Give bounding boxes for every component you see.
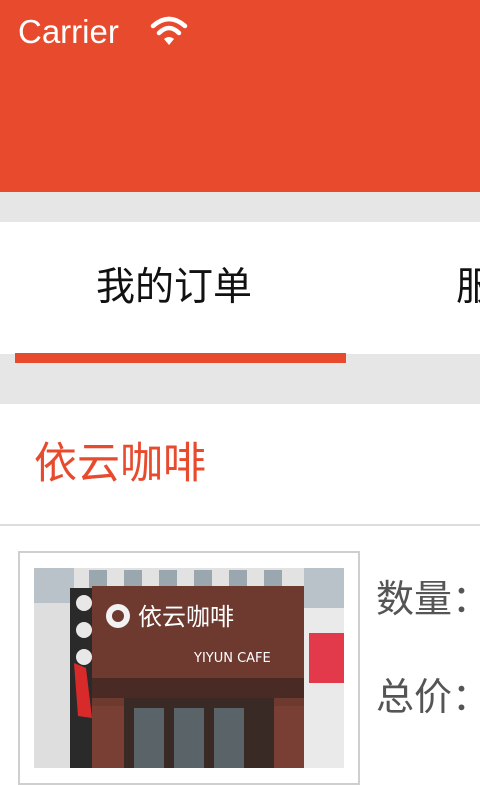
sign-subtext: YIYUN CAFE (193, 651, 271, 666)
sign-text: 依云咖啡 (138, 603, 234, 631)
tab-my-orders[interactable]: 我的订单 (96, 222, 252, 354)
shop-image-frame: 依云咖啡 YIYUN CAFE (18, 551, 360, 785)
tab-second[interactable]: 服 (456, 222, 480, 354)
shop-header[interactable]: 依云咖啡 (0, 404, 480, 524)
quantity-label: 数量： (376, 577, 480, 621)
shop-name: 依云咖啡 (34, 439, 206, 489)
section-separator (0, 192, 480, 222)
total-price-label: 总价： (376, 675, 480, 719)
order-item[interactable]: 依云咖啡 YIYUN CAFE 数量： 总价： (0, 526, 480, 785)
tab-bar: 我的订单 服 (0, 222, 480, 354)
carrier-label: Carrier (18, 13, 119, 50)
tab-selected-indicator (15, 353, 346, 363)
shop-image: 依云咖啡 YIYUN CAFE (34, 568, 344, 768)
status-bar: Carrier (0, 0, 480, 192)
wifi-icon (150, 16, 188, 45)
